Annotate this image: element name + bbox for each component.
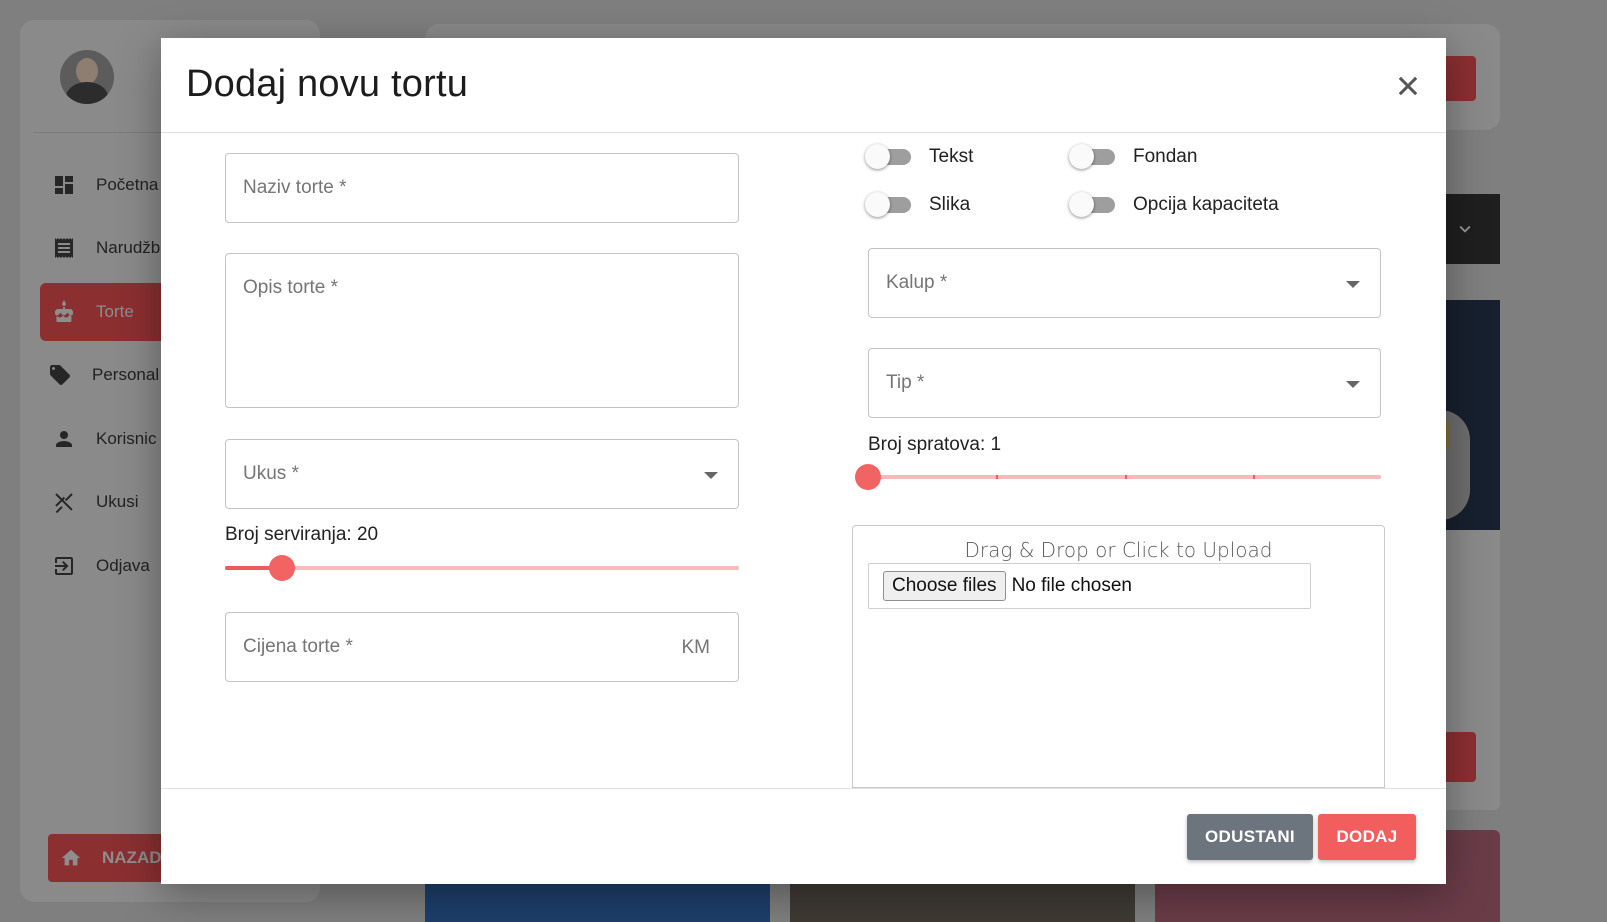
slider-step-mark [996,475,999,479]
flavor-select[interactable]: Ukus * [225,439,739,509]
sidebar-item-label: Narudžb [96,238,161,257]
close-icon [1398,76,1418,96]
add-button[interactable]: DODAJ [1318,814,1416,860]
price-input[interactable]: Cijena torte * KM [225,612,739,682]
slider-step-mark [1124,475,1127,479]
slider-step-mark [1252,475,1255,479]
sidebar-item-label: Odjava [96,556,150,575]
cake-description-placeholder: Opis torte * [243,277,339,298]
file-input[interactable]: Choose files No file chosen [868,563,1311,609]
toggle-slika[interactable]: Slika [865,192,970,218]
price-placeholder: Cijena torte * [243,636,353,657]
dashboard-icon [55,176,73,194]
add-cake-dialog: Dodaj novu tortu Naziv torte * Opis tort… [161,38,1446,884]
choose-files-button[interactable]: Choose files [883,571,1006,601]
dropdown-arrow-icon [1346,381,1360,388]
sidebar-item-label: Korisnic [96,429,157,448]
toggle-switch[interactable] [865,144,911,170]
toggle-opcija-kapaciteta[interactable]: Opcija kapaciteta [1069,192,1279,218]
mold-select[interactable]: Kalup * [868,248,1381,318]
type-select[interactable]: Tip * [868,348,1381,418]
cake-name-placeholder: Naziv torte * [243,177,347,198]
dropdown-arrow-icon [704,472,718,479]
upload-hint: Drag & Drop or Click to Upload [964,538,1273,562]
cancel-button[interactable]: ODUSTANI [1187,814,1313,860]
flavor-placeholder: Ukus * [243,463,299,484]
tiers-slider[interactable] [855,464,1381,490]
home-icon [61,849,81,866]
tiers-slider-thumb[interactable] [855,464,881,490]
servings-label: Broj serviranja: 20 [225,524,379,545]
receipt-icon [55,238,73,258]
logout-icon [55,557,73,575]
toggle-label: Fondan [1133,146,1198,167]
upload-dropzone[interactable]: Drag & Drop or Click to Upload Choose fi… [852,525,1385,788]
toggle-switch[interactable] [1069,192,1115,218]
tag-icon [50,365,70,385]
cake-icon [55,300,73,322]
dialog-title: Dodaj novu tortu [186,63,469,105]
close-button[interactable] [1394,72,1422,100]
chevron-down-icon [1459,225,1471,233]
cake-description-textarea[interactable]: Opis torte * [225,253,739,408]
file-status: No file chosen [1011,575,1132,596]
toggle-switch[interactable] [1069,144,1115,170]
sidebar-item-label: Početna [96,175,159,194]
toggle-switch[interactable] [865,192,911,218]
servings-slider[interactable] [225,555,739,581]
person-icon [56,431,72,447]
tiers-label: Broj spratova: 1 [868,434,1002,455]
mold-placeholder: Kalup * [886,272,948,293]
type-placeholder: Tip * [886,372,925,393]
sidebar-item-label: Personal [92,365,160,384]
toggle-tekst[interactable]: Tekst [865,144,973,170]
toggle-label: Slika [929,194,971,215]
toggle-label: Opcija kapaciteta [1133,194,1279,215]
servings-slider-thumb[interactable] [269,555,296,581]
dialog-header: Dodaj novu tortu [161,38,1446,133]
avatar[interactable] [60,50,114,104]
utensils-icon [55,493,73,514]
toggle-label: Tekst [929,146,974,167]
price-currency: KM [681,637,711,658]
dropdown-arrow-icon [1346,281,1360,288]
toggle-fondan[interactable]: Fondan [1069,144,1197,170]
cake-name-input[interactable]: Naziv torte * [225,153,739,223]
sidebar-item-label: Torte [96,302,134,321]
sidebar-item-label: Ukusi [96,492,139,511]
